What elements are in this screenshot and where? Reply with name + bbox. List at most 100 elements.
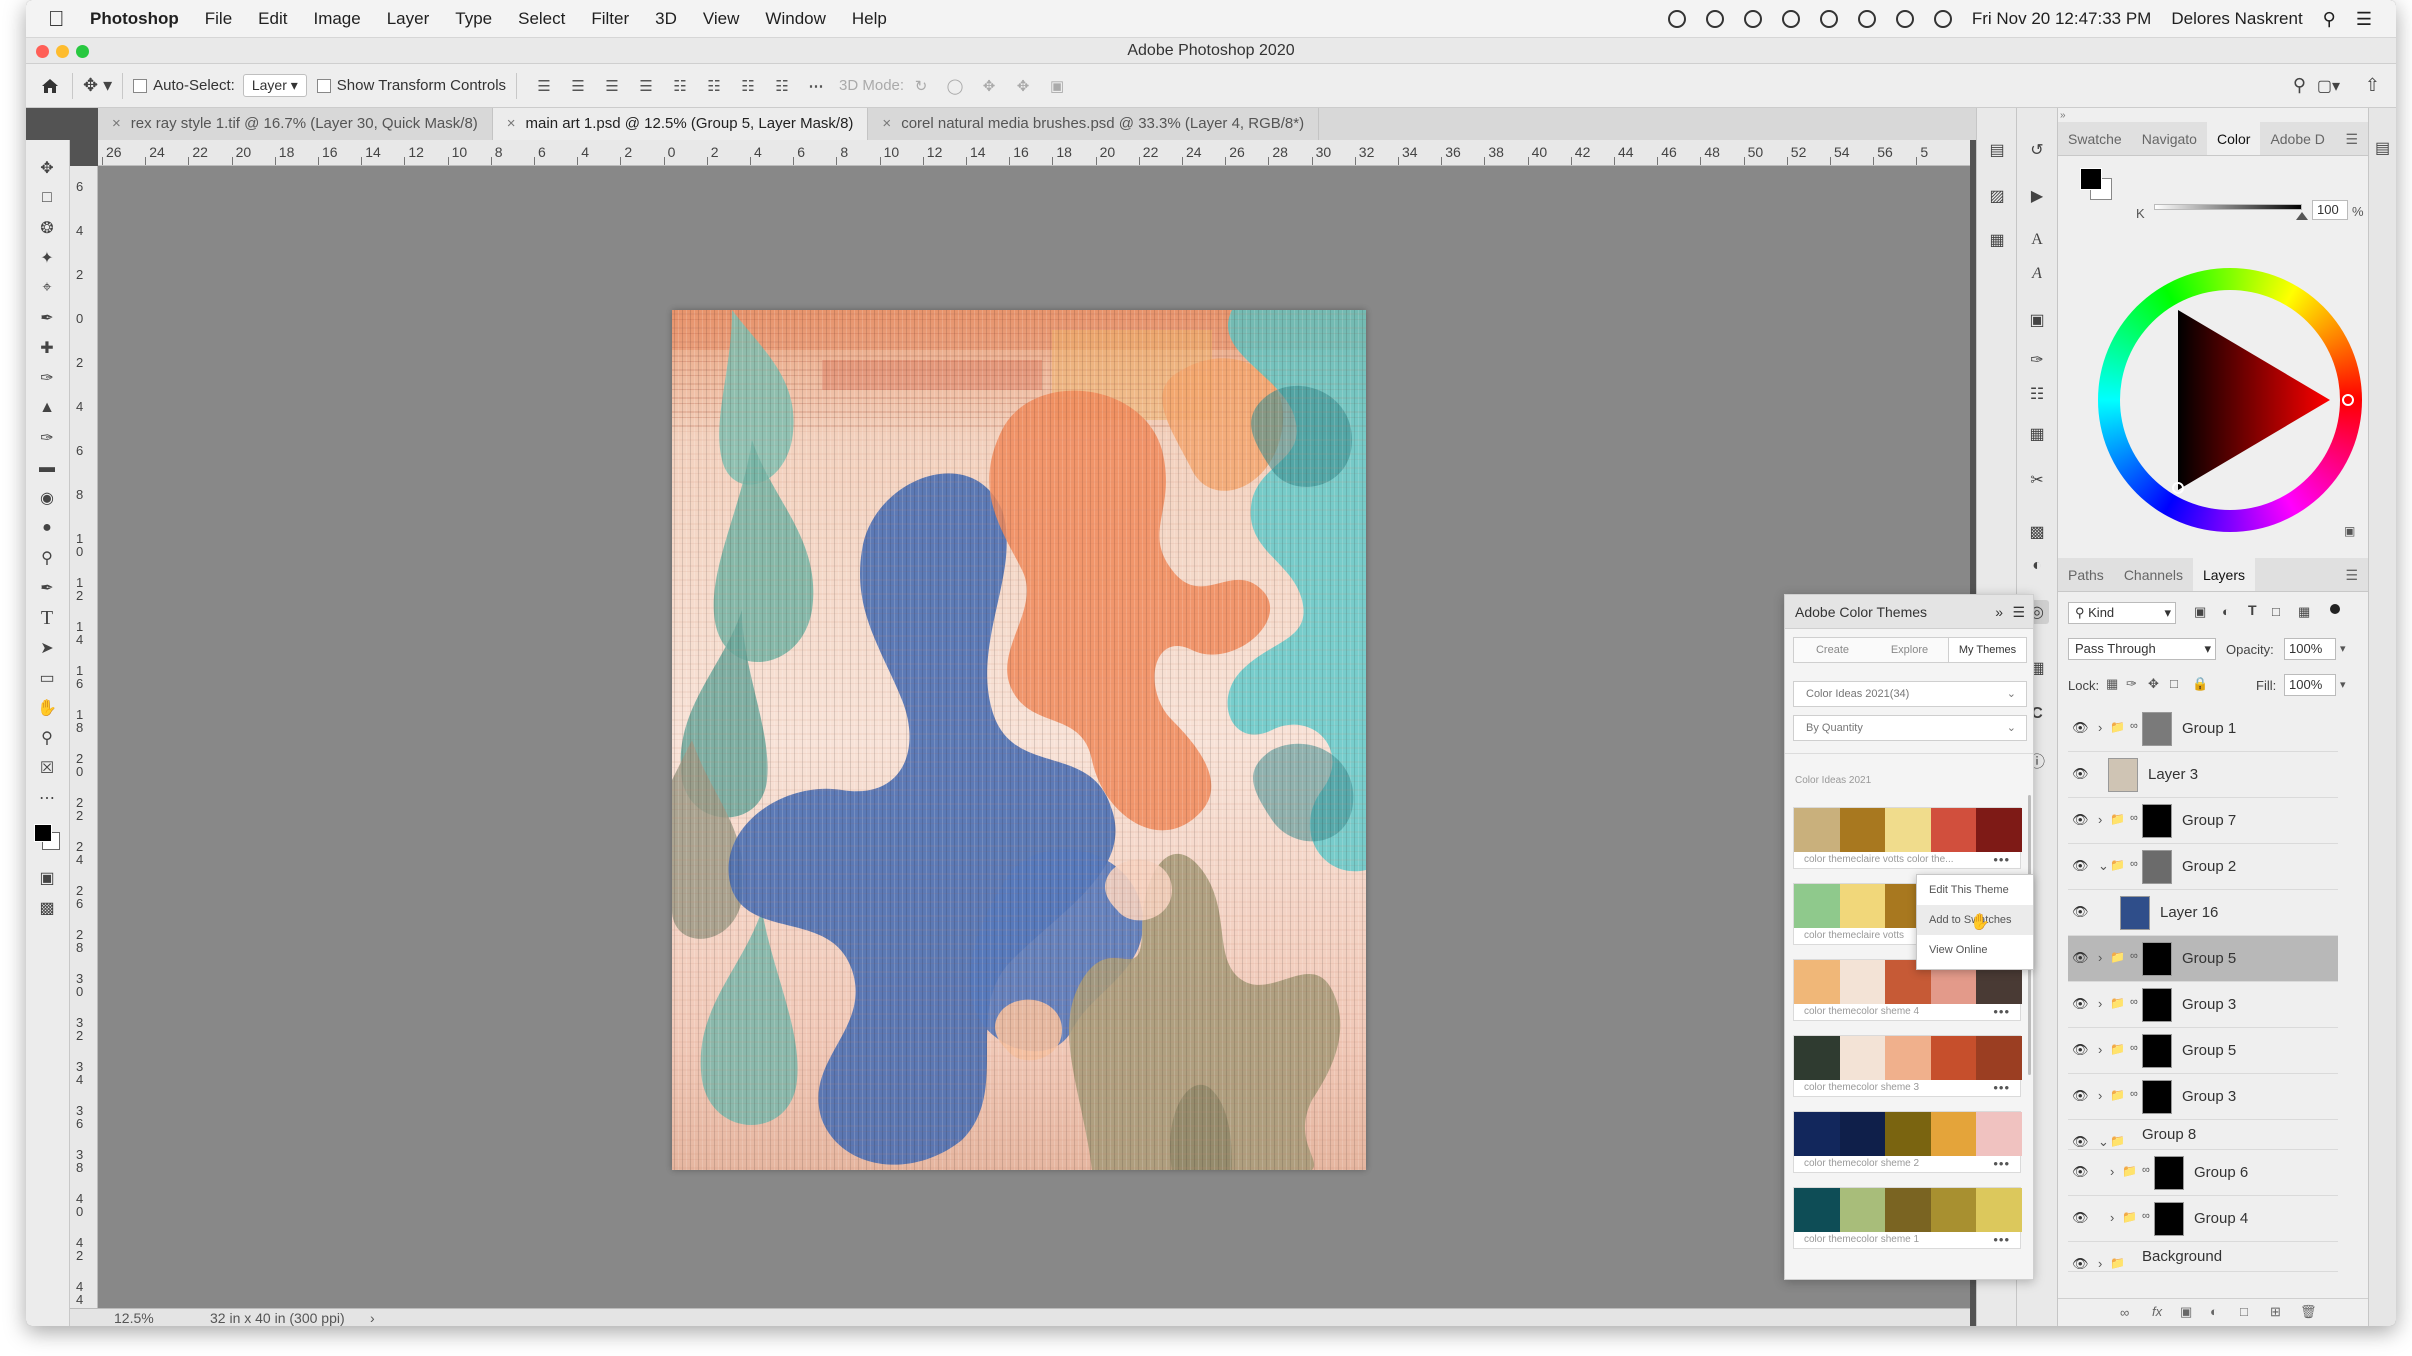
- visibility-eye-icon[interactable]: 👁: [2072, 1210, 2090, 1228]
- 3d-pan-icon[interactable]: ✥: [978, 77, 1000, 95]
- align-top-icon[interactable]: ☷: [669, 77, 691, 95]
- color-triangle[interactable]: [2120, 290, 2340, 510]
- properties-icon[interactable]: ☷: [2025, 382, 2049, 406]
- theme-swatch[interactable]: [1930, 1188, 1977, 1232]
- layer-row[interactable]: 👁 ⌄ 📁 ∞ Group 2: [2068, 844, 2338, 890]
- group-disclosure-icon[interactable]: ›: [2098, 1256, 2102, 1271]
- crop-tool-icon[interactable]: ⌖: [34, 276, 60, 300]
- tab-explore[interactable]: Explore: [1871, 638, 1948, 662]
- visibility-eye-icon[interactable]: 👁: [2072, 766, 2090, 784]
- theme-swatch[interactable]: [1885, 1112, 1932, 1156]
- theme-swatch[interactable]: [1839, 960, 1886, 1004]
- brush-tool-icon[interactable]: ✑: [34, 366, 60, 390]
- layer-name[interactable]: Layer 16: [2160, 904, 2218, 921]
- layer-row[interactable]: 👁 › 📁 ∞ Group 1: [2068, 706, 2338, 752]
- hand-tool-icon[interactable]: ✋: [34, 696, 60, 720]
- layer-thumbnail[interactable]: [2142, 1080, 2172, 1114]
- more-options-icon[interactable]: ⋯: [805, 77, 827, 95]
- status-menu-arrow-icon[interactable]: ›: [370, 1309, 375, 1326]
- new-group-icon[interactable]: □: [2240, 1304, 2248, 1319]
- align-left-icon[interactable]: ☰: [533, 77, 555, 95]
- show-transform-checkbox[interactable]: [316, 77, 337, 94]
- histogram-icon[interactable]: ▤: [1985, 138, 2009, 162]
- group-disclosure-icon[interactable]: ›: [2098, 1088, 2102, 1103]
- history-icon[interactable]: ↺: [2025, 138, 2049, 162]
- layer-thumbnail[interactable]: [2142, 804, 2172, 838]
- menu-window[interactable]: Window: [765, 9, 825, 29]
- theme-swatch[interactable]: [1794, 808, 1841, 852]
- layer-name[interactable]: Group 3: [2182, 996, 2236, 1013]
- color-theme-card[interactable]: color themeclaire votts color the... •••: [1793, 807, 2023, 869]
- filter-type-icon[interactable]: T: [2248, 602, 2257, 618]
- theme-swatch[interactable]: [1885, 1188, 1932, 1232]
- clone-source-icon[interactable]: ▣: [2025, 308, 2049, 332]
- filter-adjust-icon[interactable]: ◐: [2222, 604, 2230, 619]
- volume-icon[interactable]: [1895, 10, 1914, 28]
- filter-shape-icon[interactable]: □: [2272, 604, 2280, 619]
- group-disclosure-icon[interactable]: ›: [2098, 950, 2102, 965]
- close-tab-icon[interactable]: ×: [882, 115, 891, 132]
- filter-toggle-icon[interactable]: [2330, 604, 2340, 614]
- layer-filter-dropdown[interactable]: ⚲ Kind ▾: [2068, 602, 2176, 624]
- group-disclosure-icon[interactable]: ›: [2110, 1164, 2114, 1179]
- layer-row[interactable]: 👁 › 📁 ∞ Group 6: [2068, 1150, 2338, 1196]
- brushes-icon[interactable]: ✂: [2025, 468, 2049, 492]
- mask-link-icon[interactable]: ∞: [2130, 950, 2138, 962]
- theme-swatch[interactable]: [1839, 1188, 1886, 1232]
- glyphs-icon[interactable]: ▩: [2025, 520, 2049, 544]
- auto-select-checkbox[interactable]: [133, 77, 153, 94]
- menu-layer[interactable]: Layer: [387, 9, 430, 29]
- filter-pixel-icon[interactable]: ▣: [2194, 604, 2206, 620]
- doc-tab-3[interactable]: × corel natural media brushes.psd @ 33.3%…: [868, 108, 1320, 140]
- layer-name[interactable]: Group 8: [2142, 1126, 2196, 1143]
- theme-more-icon[interactable]: •••: [1993, 1232, 2010, 1247]
- adjustment-layer-icon[interactable]: ◐: [2210, 1304, 2218, 1319]
- dodge-tool-icon[interactable]: ⚲: [34, 546, 60, 570]
- distribute-vertical-icon[interactable]: ☰: [635, 77, 657, 95]
- visibility-eye-icon[interactable]: 👁: [2072, 720, 2090, 738]
- lock-transparency-icon[interactable]: ▦: [2106, 676, 2118, 692]
- fg-color-swatch[interactable]: [2080, 168, 2102, 190]
- tab-navigator[interactable]: Navigato: [2132, 122, 2207, 155]
- close-tab-icon[interactable]: ×: [507, 115, 516, 132]
- layer-name[interactable]: Group 6: [2194, 1164, 2248, 1181]
- layer-row[interactable]: 👁 Layer 16: [2068, 890, 2338, 936]
- theme-swatch[interactable]: [1976, 1188, 2023, 1232]
- theme-swatch[interactable]: [1839, 884, 1886, 928]
- color-theme-card[interactable]: color themecolor sheme 3 •••: [1793, 1035, 2023, 1097]
- menu-view-online[interactable]: View Online: [1917, 935, 2033, 965]
- healing-brush-tool-icon[interactable]: ✚: [34, 336, 60, 360]
- layer-thumbnail[interactable]: [2142, 850, 2172, 884]
- group-disclosure-icon[interactable]: ›: [2098, 720, 2102, 735]
- group-disclosure-icon[interactable]: ⌄: [2098, 858, 2109, 874]
- distribute-horizontal-icon[interactable]: ☷: [771, 77, 793, 95]
- mask-link-icon[interactable]: ∞: [2142, 1164, 2150, 1176]
- menu-edit-this-theme[interactable]: Edit This Theme: [1917, 875, 2033, 905]
- opacity-field[interactable]: 100%: [2284, 638, 2336, 660]
- airplay-icon[interactable]: [1819, 10, 1838, 28]
- visibility-eye-icon[interactable]: 👁: [2072, 904, 2090, 922]
- tab-color[interactable]: Color: [2206, 122, 2261, 155]
- screen-mode-icon[interactable]: ▩: [34, 896, 60, 920]
- color-theme-card[interactable]: color themecolor sheme 2 •••: [1793, 1111, 2023, 1173]
- layer-name[interactable]: Group 7: [2182, 812, 2236, 829]
- layer-thumbnail[interactable]: [2142, 942, 2172, 976]
- menu-image[interactable]: Image: [313, 9, 360, 29]
- k-slider-thumb[interactable]: [2296, 212, 2308, 220]
- group-disclosure-icon[interactable]: ⌄: [2098, 1134, 2109, 1150]
- layer-thumbnail[interactable]: [2142, 712, 2172, 746]
- tab-create[interactable]: Create: [1794, 638, 1871, 662]
- close-window-button[interactable]: [36, 45, 49, 58]
- wifi-icon[interactable]: [1857, 10, 1876, 28]
- tab-adobe-d[interactable]: Adobe D: [2260, 122, 2334, 155]
- link-layers-icon[interactable]: ∞: [2120, 1305, 2129, 1320]
- hue-marker[interactable]: [2342, 394, 2354, 406]
- blend-mode-dropdown[interactable]: Pass Through ▾: [2068, 638, 2216, 660]
- move-tool-icon[interactable]: ✥: [34, 156, 60, 180]
- new-layer-icon[interactable]: ⊞: [2270, 1304, 2281, 1320]
- k-value-field[interactable]: 100: [2312, 200, 2348, 220]
- document-canvas[interactable]: [672, 310, 1366, 1170]
- minimize-window-button[interactable]: [56, 45, 69, 58]
- 3d-slide-icon[interactable]: ✥: [1012, 77, 1034, 95]
- k-slider[interactable]: [2154, 204, 2302, 210]
